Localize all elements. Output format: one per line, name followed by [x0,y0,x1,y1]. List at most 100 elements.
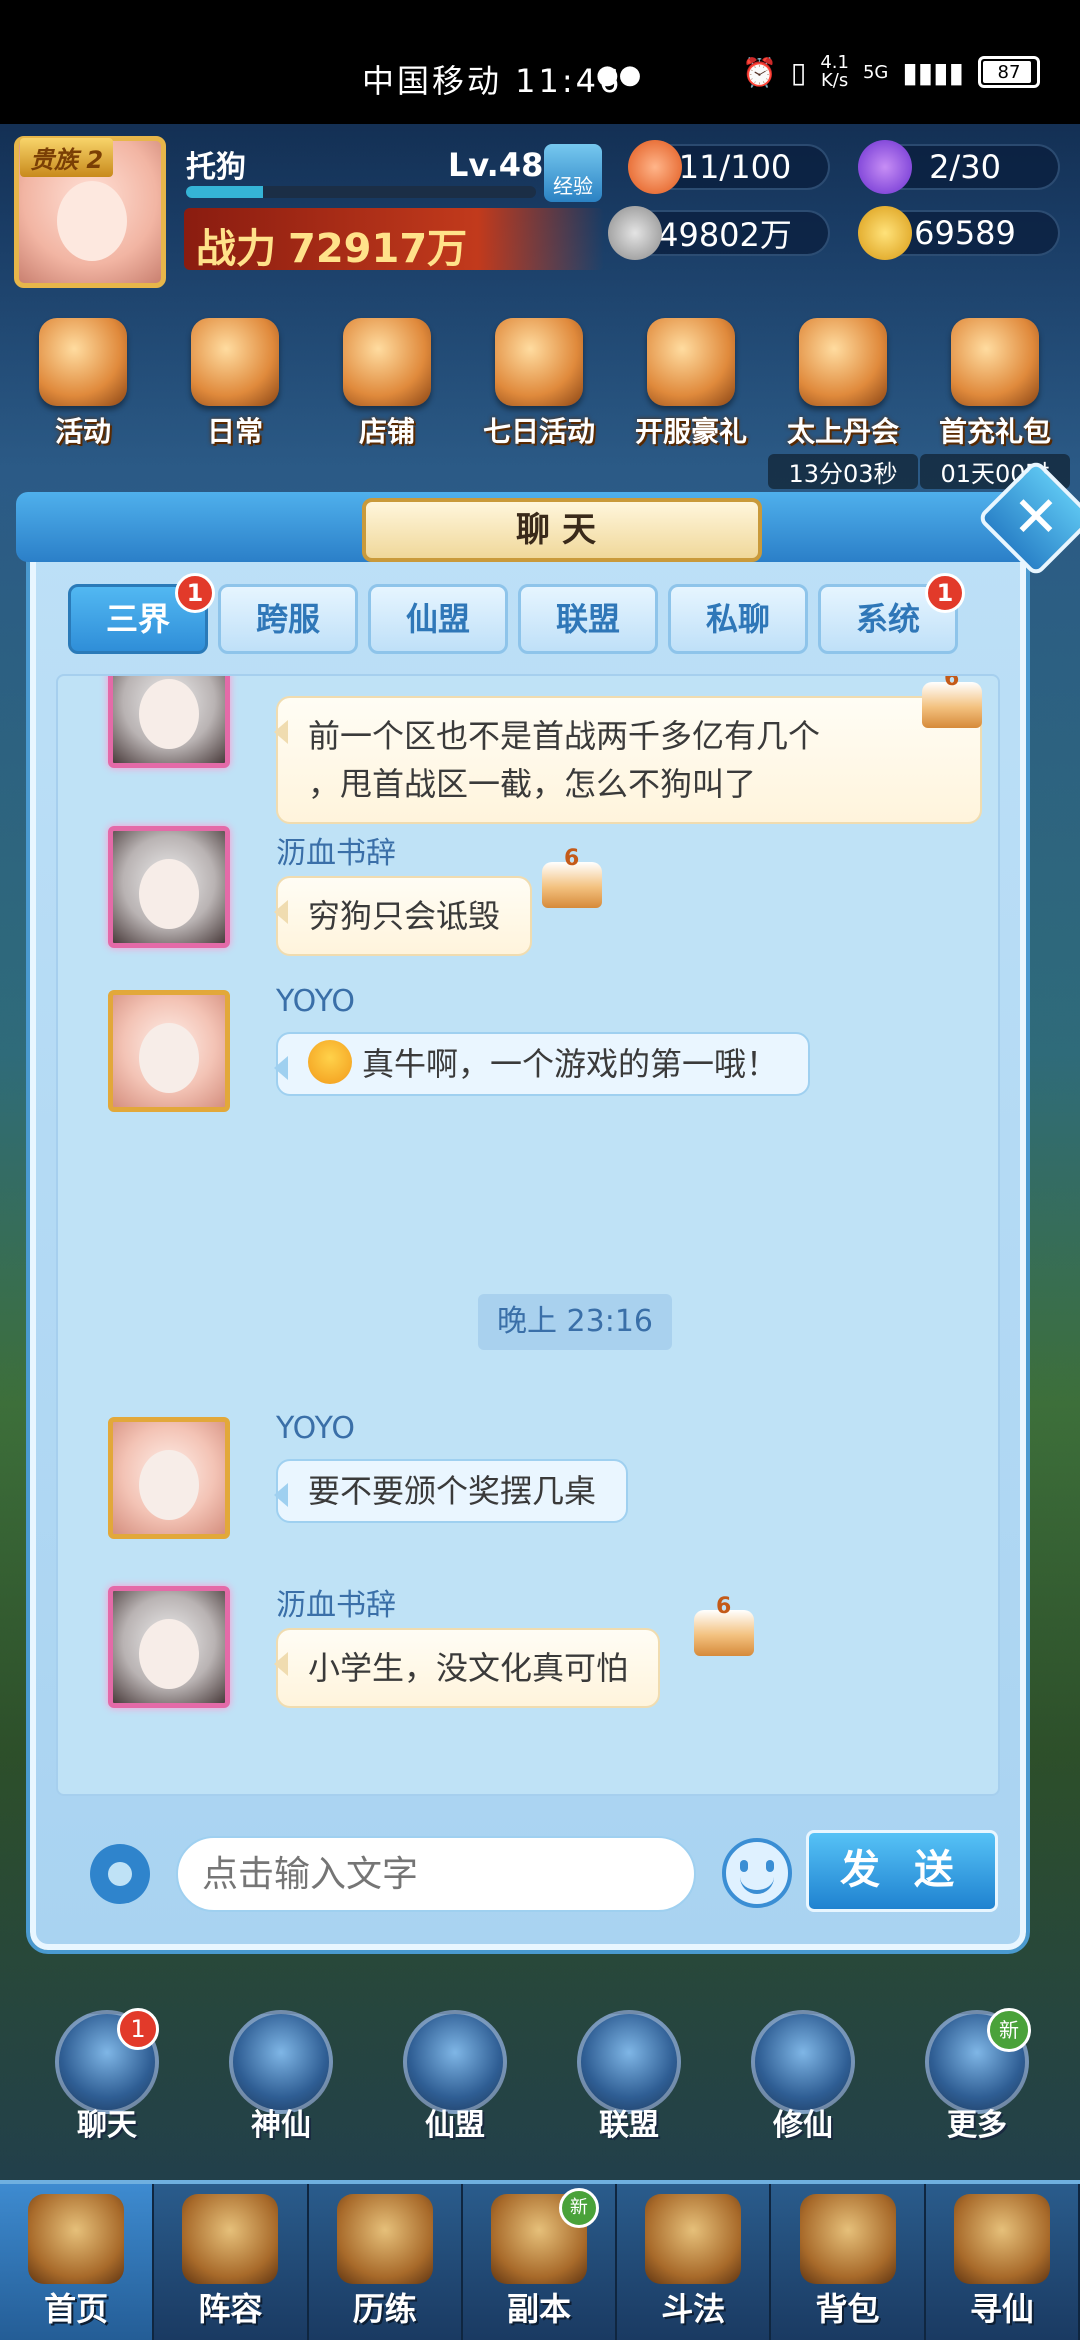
avatar-face [139,1450,199,1520]
nav-label: 阵容 [198,2290,263,2328]
activity-first-recharge[interactable]: 首充礼包 01天00时 [920,318,1070,489]
cake-number: 6 [564,846,580,871]
tab-system[interactable]: 系统 1 [818,573,965,654]
sender-avatar[interactable] [108,676,230,768]
nav-guild[interactable]: 仙盟 [380,2010,530,2144]
birthday-cake-icon: 6 [694,1594,754,1656]
player-hud: 贵族 2 托狗 Lv.48 经验 战力 72917万 11/100 2/30 4… [0,124,1080,294]
gold-resource[interactable]: 69589 [858,206,1060,260]
nav-immortals[interactable]: 神仙 [206,2010,356,2144]
activity-label: 首充礼包 [938,415,1051,448]
nav-label: 神仙 [251,2108,311,2143]
message-bubble[interactable]: 小学生，没文化真可怕 [273,1628,661,1708]
nav-label: 联盟 [599,2108,659,2143]
nav-alliance[interactable]: 联盟 [554,2010,704,2144]
tab-label: 仙盟 [405,600,470,638]
tab-home[interactable]: 首页 [0,2184,155,2340]
chat-message-list[interactable]: 前一个区也不是首战两千多亿有几个 ，甩首战区一截，怎么不狗叫了 6 沥血书辞 穷… [56,674,1000,1796]
message-text: 真牛啊，一个游戏的第一哦！ [362,1045,779,1083]
tab-three-realms[interactable]: 三界 1 [68,573,215,654]
battery-icon: 87 [978,56,1040,88]
coins-value: 49802万 [658,216,792,254]
activity-label: 开服豪礼 [634,415,747,448]
home-mountain-icon [28,2194,125,2284]
birthday-cake-icon: 6 [542,846,602,908]
bottom-nav: 首页 阵容 历练 副本 新 斗法 背包 寻仙 [0,2180,1080,2340]
tab-seek-immortal[interactable]: 寻仙 [926,2184,1080,2340]
chat-input-bar: 发 送 [36,1806,1020,1936]
tab-badge: 1 [925,573,965,613]
activity-elixir-event[interactable]: 太上丹会 13分03秒 [768,318,918,489]
player-name: 托狗 [186,150,246,185]
coins-resource[interactable]: 49802万 [608,206,830,260]
wechat-icon: ●● [596,60,642,90]
emoji-picker-icon[interactable] [722,1838,792,1908]
tab-private[interactable]: 私聊 [668,584,808,654]
message-bubble[interactable]: 穷狗只会诋毁 [273,876,533,956]
nav-label: 首页 [44,2290,109,2328]
flame-icon [858,140,912,194]
activity-events[interactable]: 活动 [8,318,158,450]
nav-label: 斗法 [661,2290,726,2328]
activity-seven-day[interactable]: 七日活动 [464,318,614,450]
chat-text-input[interactable] [176,1836,696,1912]
quick-nav: 1 聊天 神仙 仙盟 联盟 修仙 新更多 [0,2008,1080,2160]
nav-more[interactable]: 新更多 [902,2008,1052,2144]
avatar-face [139,1023,199,1093]
coin-icon [608,206,662,260]
activity-label: 活动 [54,415,111,448]
message-bubble[interactable]: 前一个区也不是首战两千多亿有几个 ，甩首战区一截，怎么不狗叫了 [274,696,982,824]
tab-backpack[interactable]: 背包 [771,2184,926,2340]
sender-avatar[interactable] [108,826,230,948]
tab-guild[interactable]: 仙盟 [368,584,508,654]
nav-cultivation[interactable]: 修仙 [728,2010,878,2144]
stamina-resource[interactable]: 11/100 [628,140,830,194]
activity-timer: 13分03秒 [768,454,918,489]
activity-label: 日常 [206,415,263,448]
settings-gear-icon[interactable] [90,1844,150,1904]
message-bubble[interactable]: 要不要颁个奖摆几桌 [273,1459,629,1523]
alarm-icon: ⏰ [742,55,777,89]
chat-dialog: 聊天 ✕ 三界 1 跨服 仙盟 联盟 私聊 系统 1 前一个区也不是首战两千多亿有几… [16,458,1080,1950]
shop-icon [343,318,431,406]
sender-avatar[interactable] [108,990,230,1112]
send-button[interactable]: 发 送 [806,1830,998,1912]
stamina-value: 11/100 [678,148,792,186]
gold-value: 69589 [914,214,1016,252]
gift-pack-icon [951,318,1039,406]
power-value: 72917万 [288,226,468,272]
exp-button[interactable]: 经验 [544,144,602,202]
activity-shop[interactable]: 店铺 [312,318,462,450]
tab-label: 联盟 [555,600,620,638]
message-bubble[interactable]: 真牛啊，一个游戏的第一哦！ [273,1032,811,1096]
activity-label: 太上丹会 [786,415,899,448]
nav-chat[interactable]: 1 聊天 [32,2008,182,2144]
avatar-face [57,181,127,261]
avatar-face [139,1619,199,1689]
battle-arena-icon [645,2194,742,2284]
cauldron-icon [799,318,887,406]
drum-icon [39,318,127,406]
tab-dungeon[interactable]: 副本 新 [463,2184,618,2340]
tab-alliance[interactable]: 联盟 [518,584,658,654]
message-text: 小学生，没文化真可怕 [308,1649,629,1687]
tab-cross-server[interactable]: 跨服 [218,584,358,654]
spirit-resource[interactable]: 2/30 [858,140,1060,194]
activity-daily[interactable]: 日常 [160,318,310,450]
tab-lineup[interactable]: 阵容 [154,2184,309,2340]
activity-row: 活动 日常 店铺 七日活动 开服豪礼 太上丹会 13分03秒 首充礼包 01天00时 [0,318,1080,489]
cake-number: 6 [944,674,960,691]
tab-battle[interactable]: 斗法 [617,2184,772,2340]
tab-training[interactable]: 历练 [309,2184,463,2340]
new-badge: 新 [987,2008,1031,2052]
nav-label: 仙盟 [425,2108,485,2143]
avatar-face [139,679,199,749]
sender-avatar[interactable] [108,1417,230,1539]
nav-badge: 1 [117,2008,159,2050]
crane-icon [751,2010,855,2114]
backpack-icon [799,2194,896,2284]
more-flower-icon: 新 [925,2008,1031,2114]
activity-server-gift[interactable]: 开服豪礼 [616,318,766,450]
tab-badge: 1 [175,573,215,613]
sender-avatar[interactable] [108,1586,230,1708]
